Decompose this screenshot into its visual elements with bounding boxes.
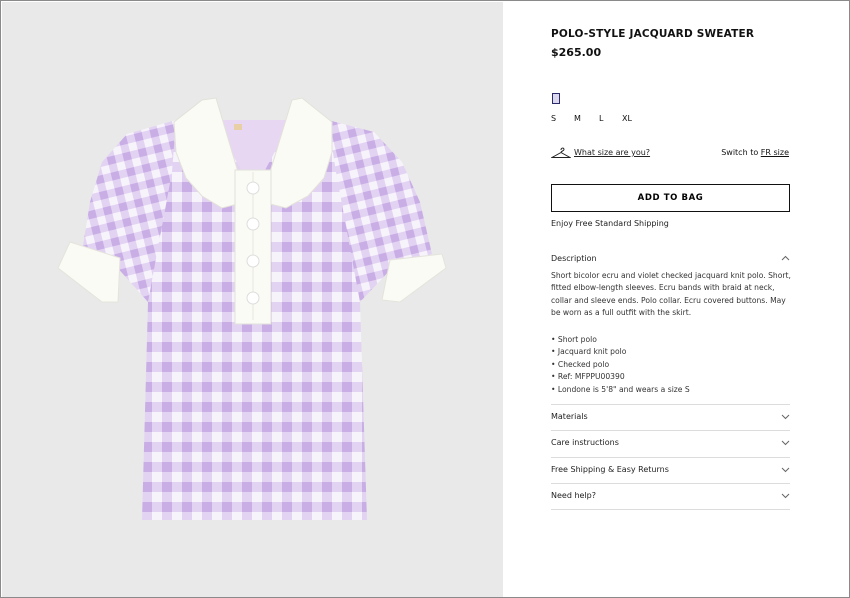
divider (551, 430, 790, 431)
accordion-care-label: Care instructions (551, 438, 619, 447)
size-option-m[interactable]: M (574, 114, 581, 123)
chevron-down-icon (781, 440, 790, 446)
polo-sweater-illustration (57, 97, 447, 520)
description-bullets: • Short polo • Jacquard knit polo • Chec… (551, 334, 791, 396)
list-item: • Checked polo (551, 359, 610, 369)
size-option-xl[interactable]: XL (622, 114, 632, 123)
accordion-shipping-returns-label: Free Shipping & Easy Returns (551, 465, 669, 474)
list-item: • Short polo (551, 335, 597, 344)
size-guide-link[interactable]: What size are you? (574, 148, 650, 157)
shipping-note: Enjoy Free Standard Shipping (551, 219, 669, 228)
color-swatch[interactable] (552, 93, 560, 104)
product-price: $265.00 (551, 46, 602, 59)
divider (551, 509, 790, 510)
size-system-switch: Switch to FR size (721, 148, 789, 157)
fr-size-link[interactable]: FR size (761, 148, 789, 157)
size-help-row: What size are you? Switch to FR size (551, 146, 791, 160)
divider (551, 483, 790, 484)
add-to-bag-button[interactable]: ADD TO BAG (551, 184, 790, 212)
hanger-icon (551, 147, 571, 158)
switch-prefix: Switch to (721, 148, 759, 157)
product-title: POLO-STYLE JACQUARD SWEATER (551, 28, 755, 40)
list-item: • Londone is 5'8" and wears a size S (551, 384, 690, 394)
chevron-down-icon (781, 493, 790, 499)
accordion-need-help-label: Need help? (551, 491, 596, 500)
description-text: Short bicolor ecru and violet checked ja… (551, 271, 791, 318)
size-option-s[interactable]: S (551, 114, 556, 123)
product-page: POLO-STYLE JACQUARD SWEATER $265.00 S M … (0, 0, 850, 598)
divider (551, 457, 790, 458)
chevron-up-icon (781, 255, 790, 261)
size-option-l[interactable]: L (599, 114, 603, 123)
list-item: • Ref: MFPPU00390 (551, 372, 625, 382)
divider (551, 404, 790, 405)
accordion-description-label: Description (551, 254, 597, 263)
chevron-down-icon (781, 414, 790, 420)
product-image[interactable] (2, 2, 503, 597)
list-item: • Jacquard knit polo (551, 347, 627, 357)
accordion-materials-label: Materials (551, 412, 588, 421)
chevron-down-icon (781, 467, 790, 473)
